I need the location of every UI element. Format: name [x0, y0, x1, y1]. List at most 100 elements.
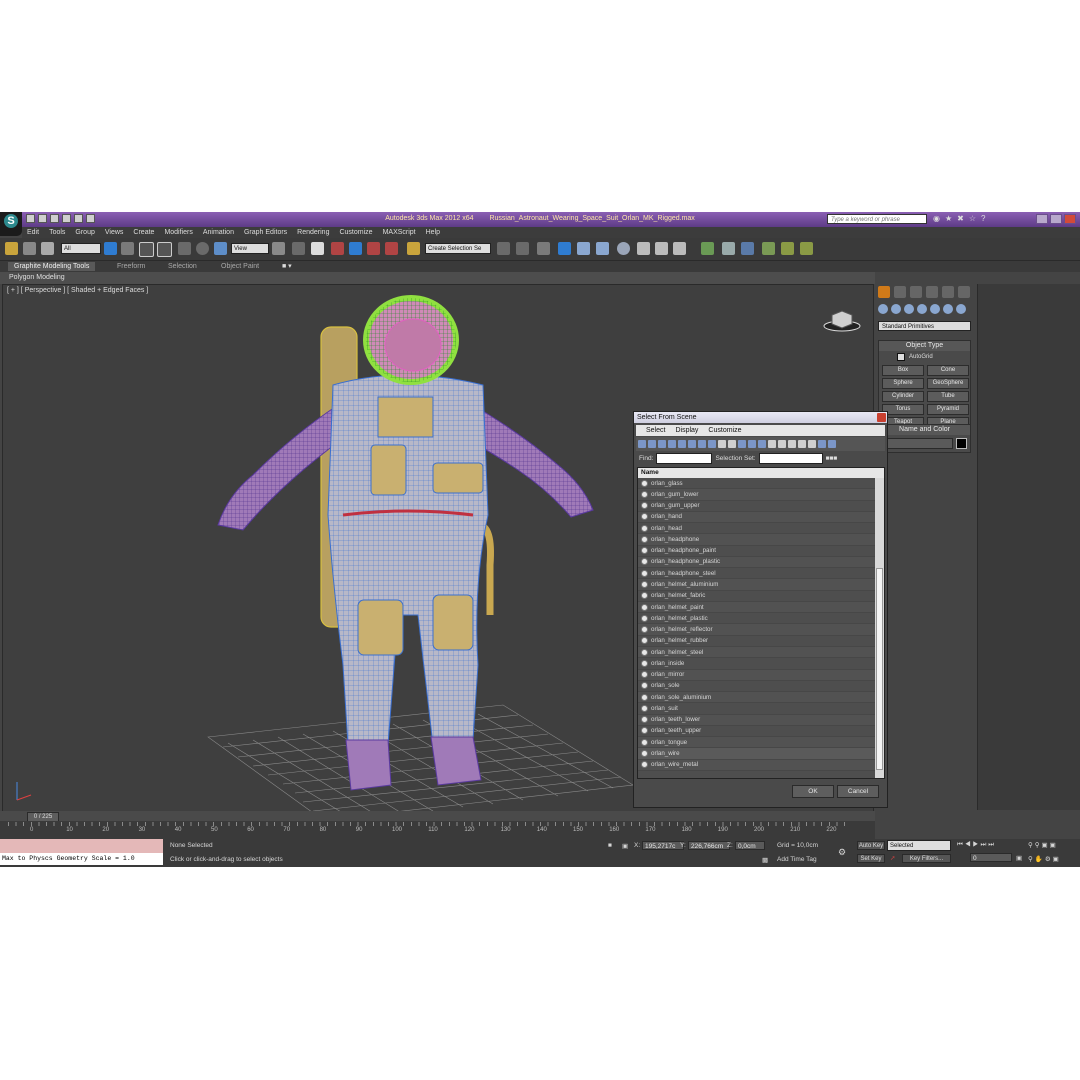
- display-spacewarps-icon[interactable]: [688, 440, 696, 448]
- window-crossing-icon[interactable]: [157, 242, 172, 257]
- name-and-color-header[interactable]: Name and Color: [879, 425, 970, 435]
- reference-coordinate-dropdown[interactable]: View: [231, 243, 269, 254]
- dialog-menu-select[interactable]: Select: [646, 425, 665, 436]
- list-item[interactable]: orlan_helmet_plastic: [638, 613, 884, 625]
- modify-tab-icon[interactable]: [894, 286, 906, 298]
- primitive-cone-button[interactable]: Cone: [927, 365, 969, 376]
- binoculars-icon[interactable]: ◉: [933, 214, 940, 223]
- viewcube[interactable]: [822, 307, 862, 333]
- motion-tab-icon[interactable]: [926, 286, 938, 298]
- display-geometry-icon[interactable]: [638, 440, 646, 448]
- key-icon[interactable]: ⚙: [838, 847, 846, 858]
- rendered-frame-window-icon[interactable]: [655, 242, 668, 255]
- display-cameras-icon[interactable]: [668, 440, 676, 448]
- primitive-torus-button[interactable]: Torus: [882, 404, 924, 415]
- scrollbar-thumb[interactable]: [876, 568, 883, 770]
- space-warps-icon[interactable]: [943, 304, 953, 314]
- material-editor-icon[interactable]: [617, 242, 630, 255]
- angle-snap-icon[interactable]: [349, 242, 362, 255]
- filter-options-icon[interactable]: [828, 440, 836, 448]
- dialog-menu-display[interactable]: Display: [675, 425, 698, 436]
- list-item[interactable]: orlan_headphone_paint: [638, 546, 884, 557]
- display-frozen-icon[interactable]: [738, 440, 746, 448]
- list-item[interactable]: orlan_helmet_fabric: [638, 591, 884, 602]
- helpers-icon[interactable]: [930, 304, 940, 314]
- dialog-close-button[interactable]: [877, 413, 886, 422]
- list-item[interactable]: orlan_tongue: [638, 737, 884, 749]
- menu-modifiers[interactable]: Modifiers: [159, 227, 197, 238]
- name-column-header[interactable]: Name: [638, 468, 884, 478]
- menu-maxscript[interactable]: MAXScript: [378, 227, 421, 238]
- unlink-icon[interactable]: [23, 242, 36, 255]
- selection-filter-dropdown[interactable]: All: [61, 243, 101, 254]
- hierarchy-tab-icon[interactable]: [910, 286, 922, 298]
- help-icon[interactable]: ?: [981, 214, 985, 223]
- autogrid-box[interactable]: [897, 353, 905, 361]
- primitive-category-dropdown[interactable]: Standard Primitives: [878, 321, 971, 331]
- menu-views[interactable]: Views: [100, 227, 129, 238]
- display-bones-icon[interactable]: [718, 440, 726, 448]
- list-item[interactable]: orlan_teeth_upper: [638, 726, 884, 738]
- tab-selection[interactable]: Selection: [168, 262, 197, 271]
- dialog-menu-customize[interactable]: Customize: [708, 425, 741, 436]
- display-xrefs-icon[interactable]: [708, 440, 716, 448]
- select-manipulate-icon[interactable]: [292, 242, 305, 255]
- polygon-modeling-panel[interactable]: Polygon Modeling: [9, 274, 65, 281]
- physics-simulate-icon[interactable]: [741, 242, 754, 255]
- render-setup-icon[interactable]: [637, 242, 650, 255]
- select-and-rotate-icon[interactable]: [196, 242, 209, 255]
- x-coordinate-field[interactable]: 195,2717c: [642, 841, 684, 850]
- time-configuration-icon[interactable]: ▣: [1016, 854, 1022, 862]
- cancel-button[interactable]: Cancel: [837, 785, 879, 798]
- current-frame-field[interactable]: 0: [970, 853, 1012, 862]
- key-filters-button[interactable]: Key Filters...: [902, 854, 951, 863]
- maxscript-listener-input[interactable]: [0, 839, 163, 853]
- menu-rendering[interactable]: Rendering: [292, 227, 334, 238]
- list-item[interactable]: orlan_helmet_reflector: [638, 624, 884, 636]
- list-item[interactable]: orlan_head: [638, 523, 884, 535]
- list-item[interactable]: orlan_helmet_aluminium: [638, 579, 884, 591]
- percent-snap-icon[interactable]: [367, 242, 380, 255]
- list-item[interactable]: orlan_helmet_rubber: [638, 636, 884, 647]
- display-containers-icon[interactable]: [728, 440, 736, 448]
- primitive-sphere-button[interactable]: Sphere: [882, 378, 924, 389]
- geometry-icon[interactable]: [878, 304, 888, 314]
- absolute-mode-icon[interactable]: ▣: [622, 842, 628, 850]
- snaps-toggle-icon[interactable]: [331, 242, 344, 255]
- list-item[interactable]: orlan_sole: [638, 681, 884, 693]
- menu-edit[interactable]: Edit: [22, 227, 44, 238]
- display-tab-icon[interactable]: [942, 286, 954, 298]
- lock-selection-icon[interactable]: ■: [608, 842, 612, 849]
- display-helpers-icon[interactable]: [678, 440, 686, 448]
- subscription-icon[interactable]: ★: [945, 214, 952, 223]
- primitive-cylinder-button[interactable]: Cylinder: [882, 391, 924, 402]
- set-key-button[interactable]: Set Key: [857, 854, 885, 863]
- list-item[interactable]: orlan_sole_aluminium: [638, 692, 884, 704]
- physics-toolbar-icon[interactable]: [701, 242, 714, 255]
- communication-icon[interactable]: ✖: [957, 214, 964, 223]
- list-item[interactable]: orlan_suit: [638, 703, 884, 715]
- systems-icon[interactable]: [956, 304, 966, 314]
- scene-object-list[interactable]: Name orlan_glass orlan_gum_lower orlan_gum…: [637, 467, 885, 779]
- keyboard-shortcut-override-icon[interactable]: [311, 242, 324, 255]
- mirror-icon[interactable]: [497, 242, 510, 255]
- set-key-icon[interactable]: ➚: [890, 854, 895, 862]
- cameras-icon[interactable]: [917, 304, 927, 314]
- create-tab-icon[interactable]: [878, 286, 890, 298]
- list-item[interactable]: orlan_headphone_plastic: [638, 556, 884, 569]
- object-type-header[interactable]: Object Type: [879, 341, 970, 351]
- list-item[interactable]: orlan_mirror: [638, 669, 884, 681]
- list-item[interactable]: orlan_gum_lower: [638, 489, 884, 501]
- display-groups-icon[interactable]: [698, 440, 706, 448]
- minimize-button[interactable]: [1036, 214, 1048, 224]
- list-item[interactable]: orlan_inside: [638, 658, 884, 670]
- primitive-tube-button[interactable]: Tube: [927, 391, 969, 402]
- list-item[interactable]: orlan_gum_upper: [638, 501, 884, 512]
- find-input[interactable]: [656, 453, 713, 464]
- utilities-tab-icon[interactable]: [958, 286, 970, 298]
- list-item[interactable]: orlan_headphone_steel: [638, 568, 884, 580]
- close-button[interactable]: [1064, 214, 1076, 224]
- menu-help[interactable]: Help: [421, 227, 445, 238]
- list-item[interactable]: orlan_headphone: [638, 534, 884, 546]
- select-and-link-icon[interactable]: [5, 242, 18, 255]
